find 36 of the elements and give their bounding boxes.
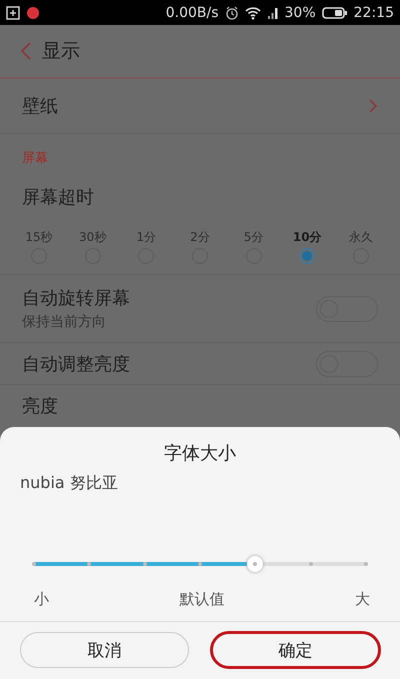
timeout-option[interactable]: 永久: [344, 229, 378, 264]
network-speed: 0.00B/s: [166, 4, 219, 20]
alarm-icon: [224, 6, 239, 20]
timeout-option[interactable]: 15秒: [22, 229, 56, 264]
back-button[interactable]: [20, 41, 32, 61]
setting-subtitle: 保持当前方向: [22, 313, 107, 331]
timeout-option[interactable]: 2分: [182, 229, 217, 264]
page-title: 显示: [42, 39, 80, 64]
setting-label: 自动调整亮度: [22, 352, 130, 376]
setting-label[interactable]: 壁纸: [22, 94, 58, 118]
font-name: nubia 努比亚: [20, 473, 119, 494]
notification-dot-icon: [26, 6, 40, 20]
battery-icon: [322, 6, 348, 20]
dialog-title: 字体大小: [163, 442, 237, 465]
min-label: 小: [34, 590, 49, 609]
signal-icon: [266, 6, 279, 20]
setting-label: 屏幕超时: [22, 187, 94, 208]
timeout-option[interactable]: 30秒: [76, 229, 110, 264]
radio-button[interactable]: [299, 248, 316, 264]
setting-label: 自动旋转屏幕: [22, 287, 130, 310]
timeout-option[interactable]: 10分: [290, 229, 324, 264]
confirm-button[interactable]: 确定: [211, 632, 380, 668]
battery-percent: 30%: [284, 4, 316, 20]
wifi-icon: [244, 6, 261, 20]
timeout-option[interactable]: 5分: [236, 229, 271, 264]
cancel-button[interactable]: 取消: [20, 632, 189, 668]
clock-time: 22:15: [354, 4, 394, 20]
max-label: 大: [355, 590, 370, 609]
screenshot-icon: [6, 6, 20, 20]
timeout-option[interactable]: 1分: [129, 229, 164, 264]
slider-thumb[interactable]: [247, 556, 264, 572]
setting-label: 亮度: [22, 395, 58, 418]
chevron-right-icon: [368, 98, 378, 114]
back-icon: [20, 41, 32, 61]
default-label: 默认值: [180, 590, 224, 609]
section-header: 屏幕: [22, 150, 48, 167]
